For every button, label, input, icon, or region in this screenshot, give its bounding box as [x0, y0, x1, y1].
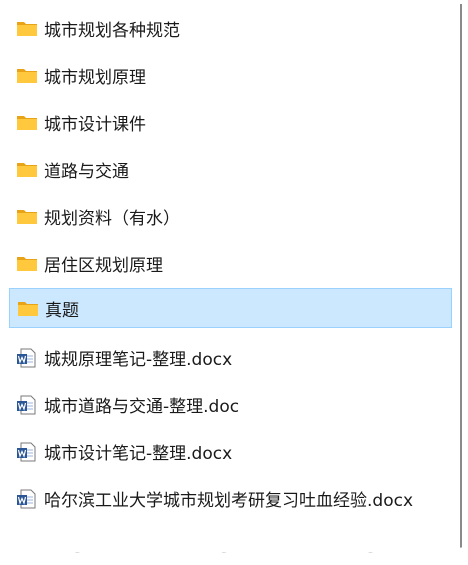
list-item-document[interactable]: 城市道路与交通-整理.doc [9, 385, 452, 423]
list-item-folder[interactable]: 居住区规划原理 [9, 244, 452, 282]
folder-icon [16, 19, 38, 37]
folder-icon [17, 299, 39, 317]
item-label: 规划资料（有水） [44, 208, 180, 229]
list-item-folder[interactable]: 城市规划各种规范 [9, 9, 452, 47]
item-label: 城市设计课件 [44, 114, 146, 135]
item-label: 城市道路与交通-整理.doc [44, 396, 240, 417]
list-item-folder[interactable]: 城市规划原理 [9, 56, 452, 94]
word-document-icon [16, 442, 38, 462]
item-label: 城规原理笔记-整理.docx [44, 349, 233, 370]
item-label: 道路与交通 [44, 161, 129, 182]
item-label: 城市设计笔记-整理.docx [44, 443, 233, 464]
item-label: 城市规划原理 [44, 67, 146, 88]
list-item-document[interactable]: 哈尔滨工业大学城市规划考研复习吐血经验.docx [9, 479, 452, 517]
item-label: 哈尔滨工业大学城市规划考研复习吐血经验.docx [44, 490, 414, 511]
folder-icon [16, 254, 38, 272]
item-label: 真题 [45, 300, 79, 321]
folder-icon [16, 160, 38, 178]
list-item-folder[interactable]: 道路与交通 [9, 150, 452, 188]
folder-icon [16, 66, 38, 84]
word-document-icon [16, 395, 38, 415]
list-item-document[interactable]: 城规原理笔记-整理.docx [9, 338, 452, 376]
list-item-document[interactable]: 城市设计笔记-整理.docx [9, 432, 452, 470]
word-document-icon [16, 348, 38, 368]
folder-icon [16, 113, 38, 131]
list-item-folder-selected[interactable]: 真题 [9, 288, 452, 328]
file-list-window: 城市规划各种规范 城市规划原理 城市设计课件 道路与交通 规划资料（有水） 居住… [4, 4, 462, 553]
list-item-folder[interactable]: 规划资料（有水） [9, 197, 452, 235]
folder-icon [16, 207, 38, 225]
list-item-folder[interactable]: 城市设计课件 [9, 103, 452, 141]
item-label: 城市规划各种规范 [44, 20, 180, 41]
word-document-icon [16, 489, 38, 509]
item-label: 居住区规划原理 [44, 255, 163, 276]
